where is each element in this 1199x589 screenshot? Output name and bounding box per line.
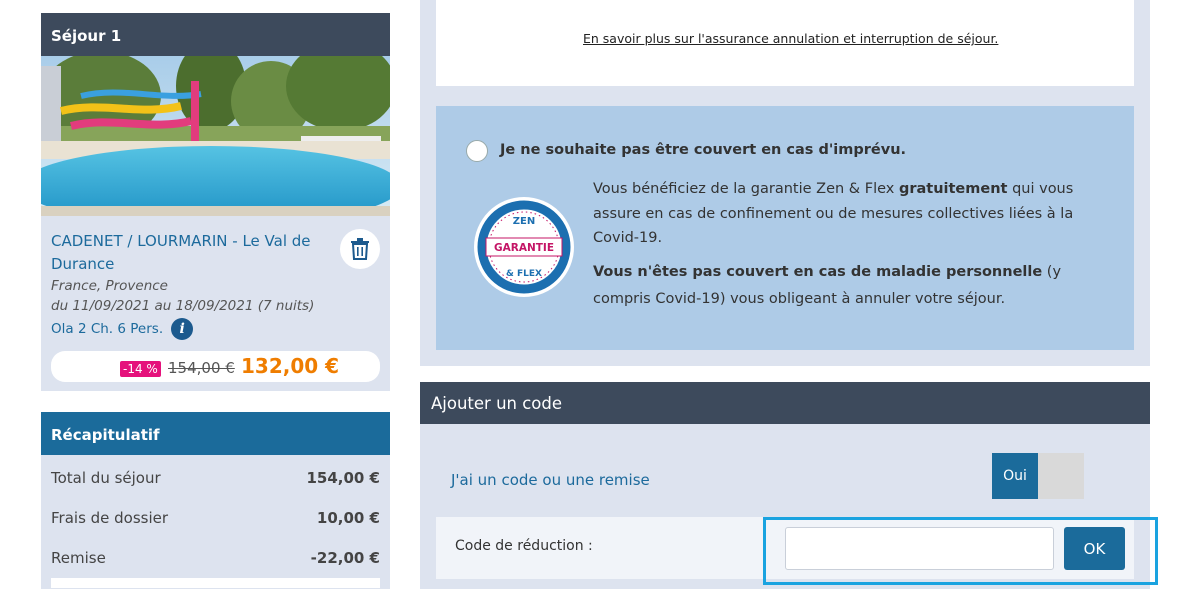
sejour-header: Séjour 1 [41,13,390,56]
insurance-info-link[interactable]: En savoir plus sur l'assurance annulatio… [583,31,998,46]
old-price: 154,00 € [168,359,235,377]
svg-text:ZEN: ZEN [513,216,535,227]
no-cover-radio[interactable] [466,140,488,162]
info-icon[interactable]: i [171,318,194,340]
trash-icon [351,238,369,260]
no-cover-option: Je ne souhaite pas être couvert en cas d… [436,106,1134,350]
recap-panel: Récapitulatif Total du séjour 154,00 € F… [41,412,390,589]
zen-flex-badge: ZEN GARANTIE & FLEX [474,197,574,297]
recap-label: Total du séjour [51,469,161,487]
recap-label: Frais de dossier [51,509,169,527]
recap-total-box [51,578,380,588]
new-price: 132,00 € [241,354,340,378]
room-line: Ola 2 Ch. 6 Pers. i [51,318,380,340]
location-text: France, Provence [51,278,168,294]
dates-text: du 11/09/2021 au 18/09/2021 (7 nuits) [51,298,315,314]
recap-amount: 10,00 € [316,509,380,527]
code-field-label: Code de réduction : [455,538,593,554]
sejour-info: CADENET / LOURMARIN - Le Val de Durance … [41,216,390,340]
room-type: Ola 2 Ch. 6 Pers. [51,321,164,337]
code-toggle[interactable]: Oui [992,453,1084,499]
recap-row: Total du séjour 154,00 € [41,458,390,498]
price-pill: -14 % 154,00 € 132,00 € [51,351,380,382]
toggle-oui[interactable]: Oui [992,453,1038,499]
recap-header: Récapitulatif [41,412,390,455]
discount-badge: -14 % [120,361,161,377]
svg-text:& FLEX: & FLEX [506,269,542,279]
add-code-header: Ajouter un code [420,382,1150,424]
discount-code-input[interactable] [785,527,1054,570]
no-cover-label[interactable]: Je ne souhaite pas être couvert en cas d… [500,142,906,158]
sejour-panel: Séjour 1 CADENET / LOURMARIN - Le Val de… [41,13,390,391]
ok-button[interactable]: OK [1064,527,1125,570]
delete-sejour-button[interactable] [340,229,380,269]
svg-text:GARANTIE: GARANTIE [494,242,554,254]
code-question: J'ai un code ou une remise [451,471,650,489]
zen-flex-logo: ZEN GARANTIE & FLEX [477,200,571,294]
recap-row: Remise -22,00 € [41,538,390,578]
not-covered-paragraph: Vous n'êtes pas couvert en cas de maladi… [593,263,1062,307]
campsite-name[interactable]: CADENET / LOURMARIN - Le Val de Durance [51,230,336,276]
recap-amount: 154,00 € [306,469,380,487]
no-cover-description: Vous bénéficiez de la garantie Zen & Fle… [593,177,1113,313]
zen-flex-paragraph: Vous bénéficiez de la garantie Zen & Fle… [593,181,1074,246]
recap-amount: -22,00 € [310,549,380,567]
recap-row: Frais de dossier 10,00 € [41,498,390,538]
campsite-photo [41,56,390,216]
recap-label: Remise [51,549,106,567]
